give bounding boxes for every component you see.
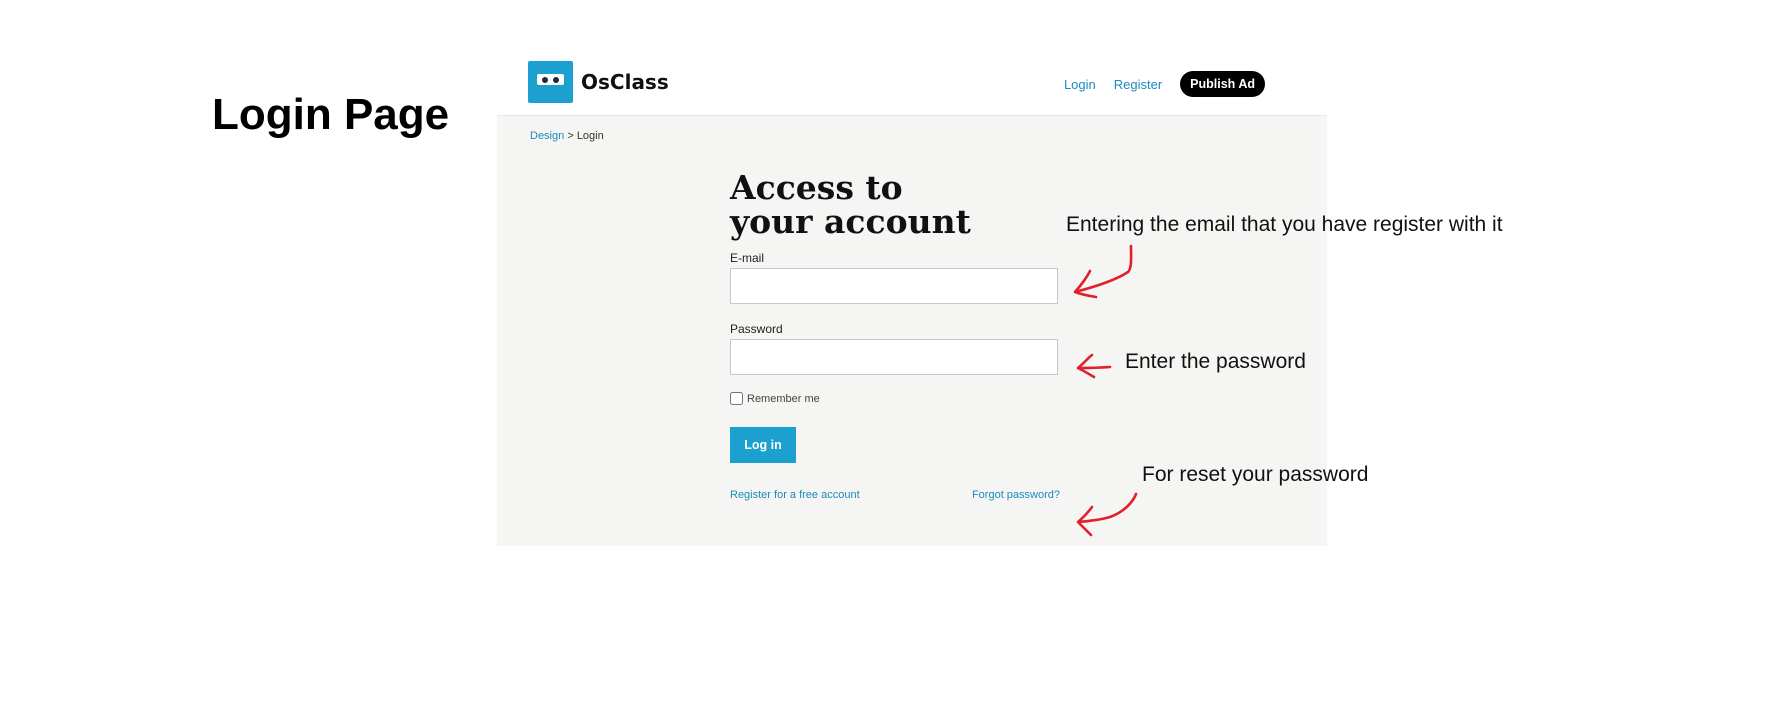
logo-text: OsClass xyxy=(581,70,669,94)
page-heading: Login Page xyxy=(212,90,450,139)
site-header: OsClass Login Register Publish Ad xyxy=(497,55,1327,116)
login-button[interactable]: Log in xyxy=(730,427,796,463)
reset-annotation: For reset your password xyxy=(1142,463,1369,486)
breadcrumb-separator: > xyxy=(567,130,574,142)
form-footer-links: Register for a free account Forgot passw… xyxy=(730,489,1060,505)
remember-me-row: Remember me xyxy=(730,392,1070,405)
publish-ad-button[interactable]: Publish Ad xyxy=(1180,71,1265,97)
header-nav: Login Register Publish Ad xyxy=(1064,71,1265,97)
login-form: Access to your account E-mail Password R… xyxy=(730,171,1070,505)
robot-logo-icon xyxy=(528,61,573,103)
email-field[interactable] xyxy=(730,268,1058,304)
password-annotation: Enter the password xyxy=(1125,350,1306,373)
form-title: Access to your account xyxy=(730,168,971,241)
remember-me-label: Remember me xyxy=(747,392,820,405)
breadcrumb: Design > Login xyxy=(530,130,604,142)
remember-me-checkbox[interactable] xyxy=(730,392,743,405)
nav-login-link[interactable]: Login xyxy=(1064,77,1096,92)
register-account-link[interactable]: Register for a free account xyxy=(730,489,860,501)
email-label: E-mail xyxy=(730,251,765,265)
nav-register-link[interactable]: Register xyxy=(1114,77,1162,92)
breadcrumb-current: Login xyxy=(576,130,604,142)
site-logo[interactable]: OsClass xyxy=(528,61,669,103)
password-field[interactable] xyxy=(730,339,1058,375)
email-annotation: Entering the email that you have registe… xyxy=(1066,213,1503,236)
breadcrumb-design-link[interactable]: Design xyxy=(530,130,564,142)
forgot-password-link[interactable]: Forgot password? xyxy=(972,489,1060,501)
password-label: Password xyxy=(730,322,783,336)
